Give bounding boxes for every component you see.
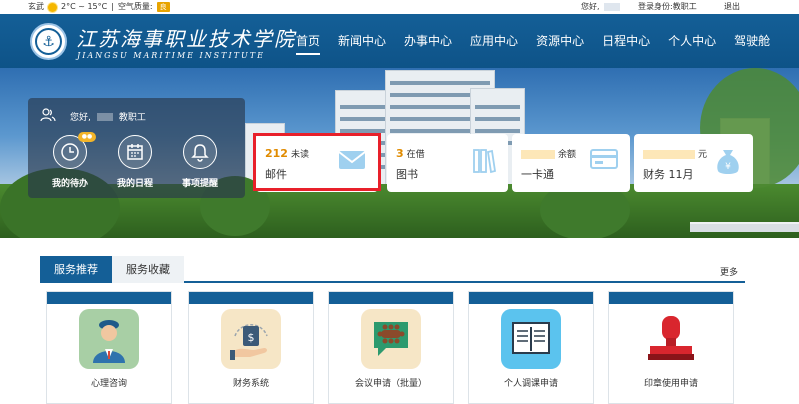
service-label: 个人调课申请 — [503, 379, 558, 389]
library-title: 图书 — [396, 168, 418, 181]
stamp-icon — [641, 309, 701, 369]
quick-action-reminder[interactable]: 事项提醒 — [173, 135, 227, 189]
quick-action-todo[interactable]: ●● 我的待办 — [43, 132, 97, 189]
nav-services[interactable]: 办事中心 — [404, 14, 452, 68]
nav-cockpit[interactable]: 驾驶舱 — [734, 14, 770, 68]
redacted-username — [96, 112, 113, 121]
greeting-label: 您好, — [70, 113, 91, 123]
clock-icon — [61, 143, 79, 161]
main-nav: 首页 新闻中心 办事中心 应用中心 资源中心 日程中心 个人中心 驾驶舱 — [296, 14, 788, 68]
mail-title: 邮件 — [265, 168, 287, 181]
sun-icon — [48, 2, 57, 12]
campus-card-title: 一卡通 — [521, 168, 554, 181]
redacted-balance — [521, 149, 555, 159]
service-label: 财务系统 — [232, 379, 269, 389]
campus-card-balance: 余额 — [521, 147, 576, 160]
service-course-change[interactable]: 个人调课申请 — [468, 291, 594, 404]
card-icon — [590, 149, 618, 169]
user-panel: 您好, 教职工 ●● 我的待办 我的日程 事项提醒 — [28, 98, 245, 198]
temperature-label: 2°C ~ 15°C — [61, 2, 108, 11]
redacted-username — [603, 3, 620, 11]
mail-count: 212 未读 — [265, 147, 309, 160]
finance-hand-icon: $ — [221, 309, 281, 369]
finance-card[interactable]: 元 财务 11月 ¥ — [634, 134, 753, 192]
meeting-icon — [361, 309, 421, 369]
finance-title: 财务 11月 — [643, 168, 694, 181]
weather-widget: 玄武 2°C ~ 15°C | 空气质量: 良 — [28, 0, 170, 14]
nav-schedule[interactable]: 日程中心 — [602, 14, 650, 68]
school-emblem-icon[interactable]: ⚓ — [30, 23, 67, 60]
nav-home[interactable]: 首页 — [296, 14, 321, 68]
top-info-bar: 玄武 2°C ~ 15°C | 空气质量: 良 您好, 登录身份:教职工 退出 — [0, 0, 799, 14]
envelope-icon — [338, 151, 366, 169]
service-card-bar — [609, 292, 733, 304]
quick-action-label: 我的日程 — [116, 179, 153, 189]
finance-amount: 元 — [643, 147, 707, 160]
service-seal[interactable]: 印章使用申请 — [608, 291, 734, 404]
quick-action-label: 我的待办 — [51, 179, 88, 189]
city-label: 玄武 — [28, 2, 44, 11]
counselor-icon — [79, 309, 139, 369]
service-tabs: 服务推荐 服务收藏 — [40, 256, 745, 283]
service-card-bar — [189, 292, 313, 304]
books-icon — [473, 149, 496, 174]
site-header: ⚓ 江苏海事职业技术学院 JIANGSU MARITIME INSTITUTE … — [0, 14, 799, 68]
service-card-bar — [329, 292, 453, 304]
nav-personal[interactable]: 个人中心 — [668, 14, 716, 68]
user-role-label: 教职工 — [118, 113, 146, 123]
bridge — [690, 222, 799, 232]
svg-text:$: $ — [248, 331, 255, 344]
user-greeting: 您好, 教职工 — [70, 110, 146, 123]
service-label: 会议申请（批量） — [354, 379, 427, 389]
tab-recommended[interactable]: 服务推荐 — [40, 256, 112, 283]
user-icon — [40, 108, 56, 122]
nav-resources[interactable]: 资源中心 — [536, 14, 584, 68]
mail-card[interactable]: 212 未读 邮件 — [256, 134, 378, 192]
separator: | — [111, 2, 114, 11]
service-card-bar — [47, 292, 171, 304]
money-bag-icon: ¥ — [717, 150, 739, 174]
campus-card-card[interactable]: 余额 一卡通 — [512, 134, 630, 192]
more-link[interactable]: 更多 — [720, 265, 738, 278]
top-user-greeting: 您好, — [581, 0, 620, 14]
air-quality-label: 空气质量: — [117, 2, 153, 11]
service-finance[interactable]: $ 财务系统 — [188, 291, 314, 404]
nav-apps[interactable]: 应用中心 — [470, 14, 518, 68]
book-board-icon — [501, 309, 561, 369]
library-card[interactable]: 3 在借 图书 — [387, 134, 508, 192]
service-meeting[interactable]: 会议申请（批量） — [328, 291, 454, 404]
logout-link[interactable]: 退出 — [724, 0, 740, 14]
todo-badge-icon: ●● — [78, 132, 96, 142]
service-card-bar — [469, 292, 593, 304]
school-name-cn[interactable]: 江苏海事职业技术学院 — [76, 23, 296, 52]
school-name-en: JIANGSU MARITIME INSTITUTE — [77, 51, 265, 60]
quick-action-schedule[interactable]: 我的日程 — [108, 135, 162, 189]
service-label: 心理咨询 — [90, 379, 127, 389]
bell-icon — [191, 144, 209, 162]
library-count: 3 在借 — [396, 147, 425, 160]
service-counseling[interactable]: 心理咨询 — [46, 291, 172, 404]
service-label: 印章使用申请 — [643, 379, 698, 389]
air-quality-badge: 良 — [156, 2, 170, 12]
quick-action-label: 事项提醒 — [181, 179, 218, 189]
svg-text:¥: ¥ — [725, 162, 731, 172]
nav-news[interactable]: 新闻中心 — [338, 14, 386, 68]
calendar-icon — [127, 144, 143, 160]
tab-favorites[interactable]: 服务收藏 — [112, 256, 184, 283]
top-greeting-label: 您好, — [581, 2, 600, 11]
login-role: 登录身份:教职工 — [638, 2, 697, 11]
redacted-amount — [643, 149, 695, 159]
